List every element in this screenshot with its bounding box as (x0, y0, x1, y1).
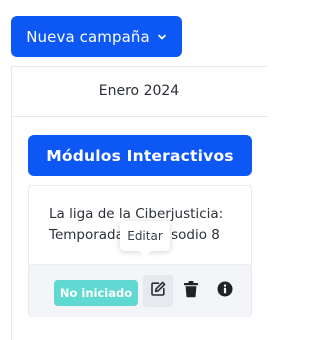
interactive-modules-button[interactable]: Módulos Interactivos (28, 135, 252, 176)
calendar-panel: Enero 2024 Módulos Interactivos La liga … (11, 66, 268, 340)
tooltip-arrow (139, 251, 151, 257)
edit-icon (149, 280, 167, 302)
info-button[interactable] (210, 275, 240, 307)
campaign-calendar-view: Nueva campaña Enero 2024 Módulos Interac… (0, 0, 268, 340)
delete-button[interactable] (176, 275, 206, 307)
new-campaign-button[interactable]: Nueva campaña (11, 16, 182, 57)
chevron-down-icon (157, 32, 167, 42)
status-badge: No iniciado (54, 280, 138, 306)
month-header: Enero 2024 (12, 67, 268, 117)
info-icon (217, 281, 233, 301)
new-campaign-label: Nueva campaña (26, 27, 150, 46)
interactive-modules-label: Módulos Interactivos (46, 146, 234, 165)
trash-icon (183, 280, 199, 302)
edit-tooltip: Editar (120, 221, 170, 257)
card-actions: No iniciado (29, 264, 251, 317)
edit-button[interactable] (143, 275, 173, 307)
month-label: Enero 2024 (98, 83, 180, 99)
tooltip-label: Editar (127, 229, 163, 243)
